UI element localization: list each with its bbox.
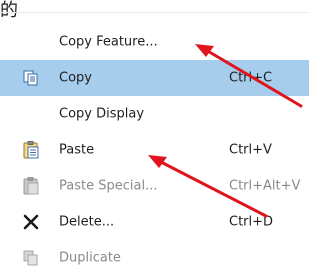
menu-item-label: Paste xyxy=(59,142,95,158)
menu-item-label: Copy Feature... xyxy=(59,34,158,50)
menu-item-copy-feature[interactable]: Copy Feature... xyxy=(0,24,309,60)
menu-item-paste-special[interactable]: Paste Special... Ctrl+Alt+V xyxy=(0,168,309,204)
menu-item-copy[interactable]: Copy Ctrl+C xyxy=(0,60,309,96)
duplicate-icon xyxy=(20,247,42,269)
menu-item-label: Paste Special... xyxy=(59,178,158,194)
paste-special-icon xyxy=(20,175,42,197)
menu-item-shortcut: Ctrl+D xyxy=(229,214,274,230)
menu-item-label: Copy xyxy=(59,70,92,86)
delete-x-icon xyxy=(20,211,42,233)
context-menu: Copy Feature... Copy Ctrl+C Copy Display xyxy=(0,24,309,272)
menu-item-label: Delete... xyxy=(59,214,115,230)
divider-line xyxy=(0,12,309,13)
screenshot-page: 的 Copy Feature... Copy Ctrl+C Copy Displ… xyxy=(0,0,309,272)
menu-item-paste[interactable]: Paste Ctrl+V xyxy=(0,132,309,168)
menu-item-shortcut: Ctrl+Alt+V xyxy=(229,178,301,194)
menu-item-copy-display[interactable]: Copy Display xyxy=(0,96,309,132)
menu-item-shortcut: Ctrl+V xyxy=(229,142,272,158)
menu-item-label: Duplicate xyxy=(59,250,121,266)
copy-icon xyxy=(20,67,42,89)
menu-item-label: Copy Display xyxy=(59,106,145,122)
paste-icon xyxy=(20,139,42,161)
menu-item-duplicate[interactable]: Duplicate xyxy=(0,240,309,272)
menu-item-shortcut: Ctrl+C xyxy=(229,70,273,86)
menu-item-delete[interactable]: Delete... Ctrl+D xyxy=(0,204,309,240)
heading-fragment: 的 xyxy=(0,0,18,21)
